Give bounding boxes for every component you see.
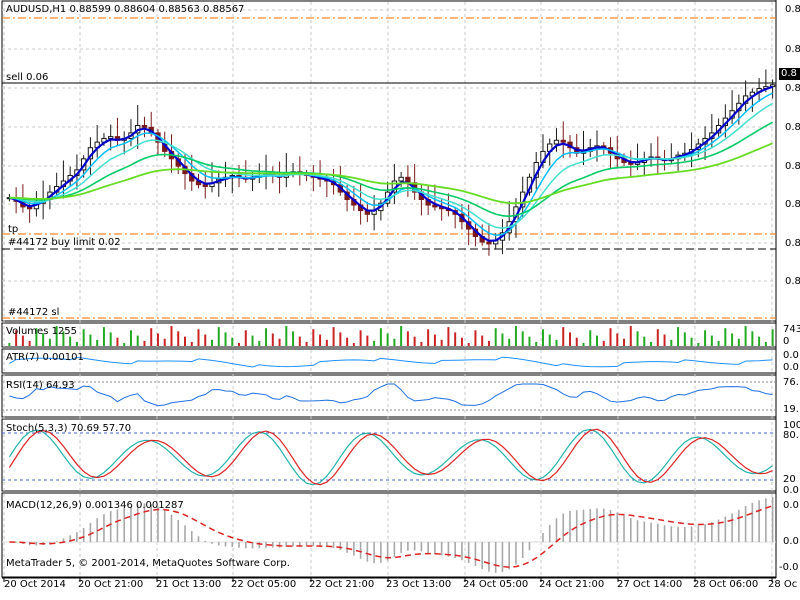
price-axis-label: 0.8 — [785, 238, 800, 249]
macd-axis-label: 0.0 — [783, 536, 799, 547]
price-axis-label: 0.8 — [785, 44, 800, 55]
price-axis-label: 0.8 — [785, 83, 800, 94]
stop-loss-label[interactable]: #44172 sl — [8, 307, 59, 318]
candle-body — [486, 241, 492, 245]
buy-limit-order-label[interactable]: #44172 buy limit 0.02 — [8, 237, 121, 248]
candle-body — [108, 136, 114, 139]
time-axis-label: 23 Oct 13:00 — [386, 579, 452, 590]
time-axis-label: 28 Oc — [768, 579, 798, 590]
time-axis-label: 22 Oct 21:00 — [309, 579, 375, 590]
stochastic-axis-label: 0.0 — [783, 485, 799, 496]
rsi-label: RSI(14) 64.93 — [6, 380, 75, 391]
atr-axis-label: 0.0 — [783, 350, 799, 361]
candle-body — [202, 184, 208, 188]
time-axis-label: 22 Oct 05:00 — [231, 579, 297, 590]
price-axis-label: 0.8 — [785, 4, 800, 15]
stochastic-label: Stoch(5,3,3) 70.69 57.70 — [6, 423, 132, 434]
volumes-label: Volumes 1255 — [6, 326, 78, 337]
time-axis-label: 20 Oct 2014 — [4, 579, 66, 590]
candle-body — [560, 139, 566, 143]
price-axis-label: 0.8 — [785, 199, 800, 210]
volumes-axis-label: 743 — [783, 324, 800, 335]
price-axis-label: 0.8 — [785, 161, 800, 172]
candle-body — [553, 139, 560, 145]
copyright-text: MetaTrader 5, © 2001-2014, MetaQuotes So… — [6, 558, 290, 569]
stochastic-axis-label: 80. — [783, 430, 799, 441]
rsi-axis-label: 76. — [783, 377, 799, 388]
volumes-axis-label: 0 — [783, 336, 790, 347]
time-axis-label: 27 Oct 14:00 — [617, 579, 683, 590]
atr-label: ATR(7) 0.00101 — [6, 352, 84, 363]
atr-pane — [1, 348, 777, 374]
atr-axis-label: 0.0 — [783, 362, 799, 373]
time-axis-label: 20 Oct 21:00 — [78, 579, 144, 590]
metatrader-chart-window[interactable]: AUDUSD,H1 0.88599 0.88604 0.88563 0.8856… — [0, 0, 800, 600]
current-price-marker: 0.8 — [779, 68, 800, 80]
chart-header-ohlc: AUDUSD,H1 0.88599 0.88604 0.88563 0.8856… — [6, 4, 245, 15]
macd-axis-label: 0.0 — [783, 500, 799, 511]
price-axis-label: 0.8 — [785, 276, 800, 287]
time-axis-label: 24 Oct 21:00 — [539, 579, 605, 590]
sell-order-label[interactable]: sell 0.06 — [6, 72, 48, 83]
candle-body — [141, 125, 148, 128]
rsi-axis-label: 19. — [783, 404, 799, 415]
rsi-pane — [1, 374, 777, 418]
stochastic-axis-label: 20 — [783, 474, 796, 485]
macd-label: MACD(12,26,9) 0.001346 0.001287 — [6, 500, 184, 511]
candle-body — [398, 176, 404, 182]
macd-axis-label: -0.0 — [779, 562, 799, 573]
time-axis-label: 24 Oct 05:00 — [463, 579, 529, 590]
take-profit-label[interactable]: tp — [8, 224, 18, 235]
time-axis-label: 28 Oct 06:00 — [693, 579, 759, 590]
price-axis-label: 0.8 — [785, 122, 800, 133]
time-axis-label: 21 Oct 13:00 — [156, 579, 222, 590]
